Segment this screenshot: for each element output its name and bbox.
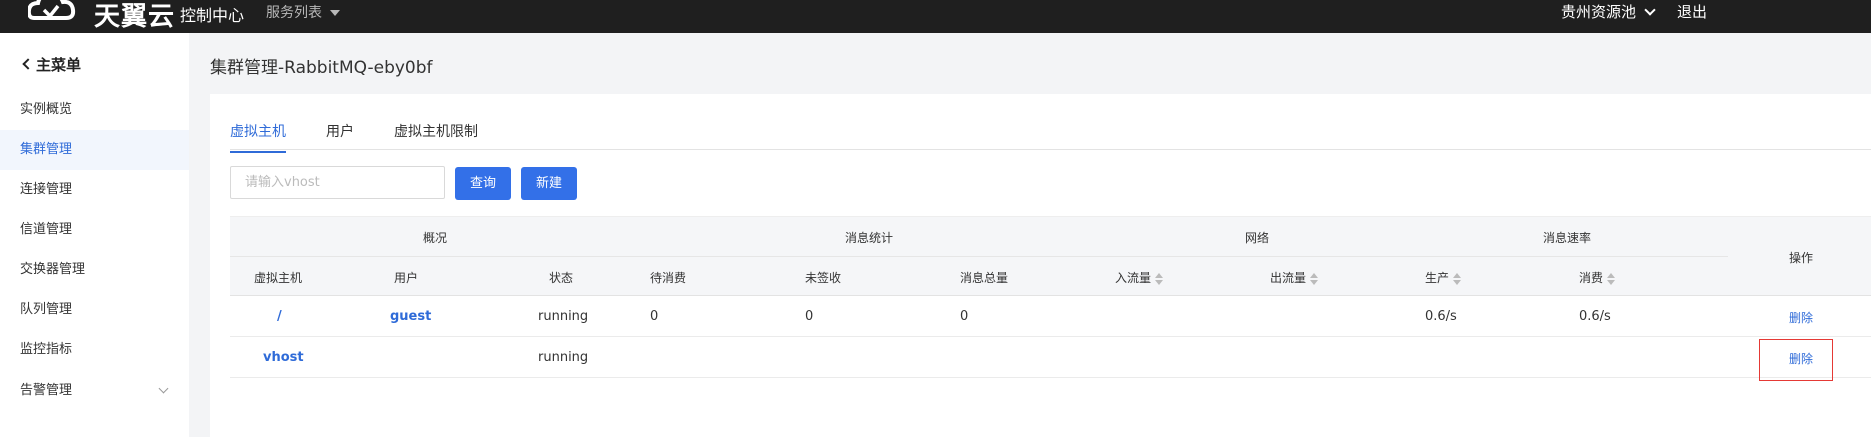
- table-row: / guest running 0 0 0 0.6/s 0.6/s 删除: [230, 296, 1871, 337]
- vhost-link[interactable]: /: [277, 309, 282, 324]
- column-produce[interactable]: 生产: [1425, 269, 1462, 286]
- sort-icon[interactable]: [1155, 272, 1164, 285]
- services-menu[interactable]: 服务列表: [266, 2, 340, 22]
- sort-icon[interactable]: [1453, 272, 1462, 285]
- delete-link[interactable]: 删除: [1789, 309, 1813, 326]
- produce-rate: 0.6/s: [1425, 309, 1457, 324]
- total-count: 0: [960, 309, 969, 324]
- column-outbound[interactable]: 出流量: [1270, 269, 1319, 286]
- sidebar-item-alerts[interactable]: 告警管理: [0, 371, 189, 411]
- tab-bar: 虚拟主机 用户 虚拟主机限制: [230, 94, 1871, 153]
- sidebar-item-alerts-label: 告警管理: [20, 383, 73, 398]
- tab-vhosts[interactable]: 虚拟主机: [230, 121, 286, 153]
- logout-link[interactable]: 退出: [1677, 1, 1707, 22]
- sidebar-item-cluster[interactable]: 集群管理: [0, 130, 189, 170]
- sidebar-item-monitoring[interactable]: 监控指标: [0, 330, 189, 370]
- column-inbound-label: 入流量: [1115, 271, 1152, 285]
- status-text: running: [538, 350, 589, 365]
- new-button[interactable]: 新建: [521, 167, 577, 200]
- query-button[interactable]: 查询: [455, 167, 511, 200]
- group-message-rate: 消息速率: [1543, 231, 1592, 245]
- region-label: 贵州资源池: [1561, 3, 1637, 21]
- column-inbound[interactable]: 入流量: [1115, 269, 1164, 286]
- group-network: 网络: [1245, 231, 1270, 245]
- column-status: 状态: [549, 271, 574, 285]
- sort-icon[interactable]: [1310, 272, 1319, 285]
- status-text: running: [538, 309, 589, 324]
- highlight-box: [1759, 339, 1833, 381]
- sidebar: 主菜单 实例概览 集群管理 连接管理 信道管理 交换器管理 队列管理 监控指标 …: [0, 33, 189, 437]
- console-link[interactable]: 控制中心: [180, 2, 244, 26]
- sidebar-item-overview[interactable]: 实例概览: [0, 90, 189, 130]
- column-total: 消息总量: [960, 271, 1009, 285]
- caret-down-icon: [330, 10, 340, 16]
- user-link[interactable]: guest: [390, 309, 431, 324]
- region-selector[interactable]: 贵州资源池: [1561, 1, 1656, 22]
- page-title: 集群管理-RabbitMQ-eby0bf: [210, 58, 433, 78]
- pending-count: 0: [650, 309, 659, 324]
- sidebar-item-exchanges[interactable]: 交换器管理: [0, 250, 189, 290]
- cloud-logo-icon[interactable]: [28, 0, 90, 24]
- sidebar-item-channels[interactable]: 信道管理: [0, 210, 189, 250]
- brand-name[interactable]: 天翼云: [94, 0, 175, 33]
- chevron-down-icon: [1644, 4, 1656, 16]
- column-unacked: 未签收: [805, 271, 842, 285]
- column-user: 用户: [394, 271, 419, 285]
- header-divider: [230, 256, 1728, 257]
- services-label: 服务列表: [266, 5, 322, 21]
- main-menu-label: 主菜单: [36, 56, 82, 74]
- table-header: 概况 消息统计 网络 消息速率 操作 虚拟主机 用户 状态 待消费 未签收 消息…: [230, 216, 1871, 296]
- sidebar-item-queues[interactable]: 队列管理: [0, 290, 189, 330]
- main-panel: 虚拟主机 用户 虚拟主机限制 查询 新建 概况 消息统计 网络 消息速率 操作 …: [210, 94, 1871, 437]
- tab-users[interactable]: 用户: [326, 121, 354, 151]
- table-row: vhost running 删除: [230, 337, 1871, 378]
- column-consume-label: 消费: [1579, 271, 1604, 285]
- top-bar: 天翼云 控制中心 服务列表 贵州资源池 退出: [0, 0, 1871, 33]
- group-overview: 概况: [423, 231, 448, 245]
- sort-icon[interactable]: [1607, 272, 1616, 285]
- sidebar-item-connections[interactable]: 连接管理: [0, 170, 189, 210]
- column-consume[interactable]: 消费: [1579, 269, 1616, 286]
- column-action: 操作: [1789, 251, 1814, 265]
- column-vhost: 虚拟主机: [254, 271, 303, 285]
- unacked-count: 0: [805, 309, 814, 324]
- vhost-link[interactable]: vhost: [263, 350, 304, 365]
- column-outbound-label: 出流量: [1270, 271, 1307, 285]
- chevron-down-icon: [158, 383, 169, 394]
- group-message-stats: 消息统计: [845, 231, 894, 245]
- chevron-left-icon: [22, 58, 34, 70]
- tab-vhost-limits[interactable]: 虚拟主机限制: [394, 121, 478, 151]
- vhost-search-input[interactable]: [230, 166, 445, 199]
- column-produce-label: 生产: [1425, 271, 1450, 285]
- consume-rate: 0.6/s: [1579, 309, 1611, 324]
- column-pending: 待消费: [650, 271, 687, 285]
- main-menu-back[interactable]: 主菜单: [22, 54, 82, 75]
